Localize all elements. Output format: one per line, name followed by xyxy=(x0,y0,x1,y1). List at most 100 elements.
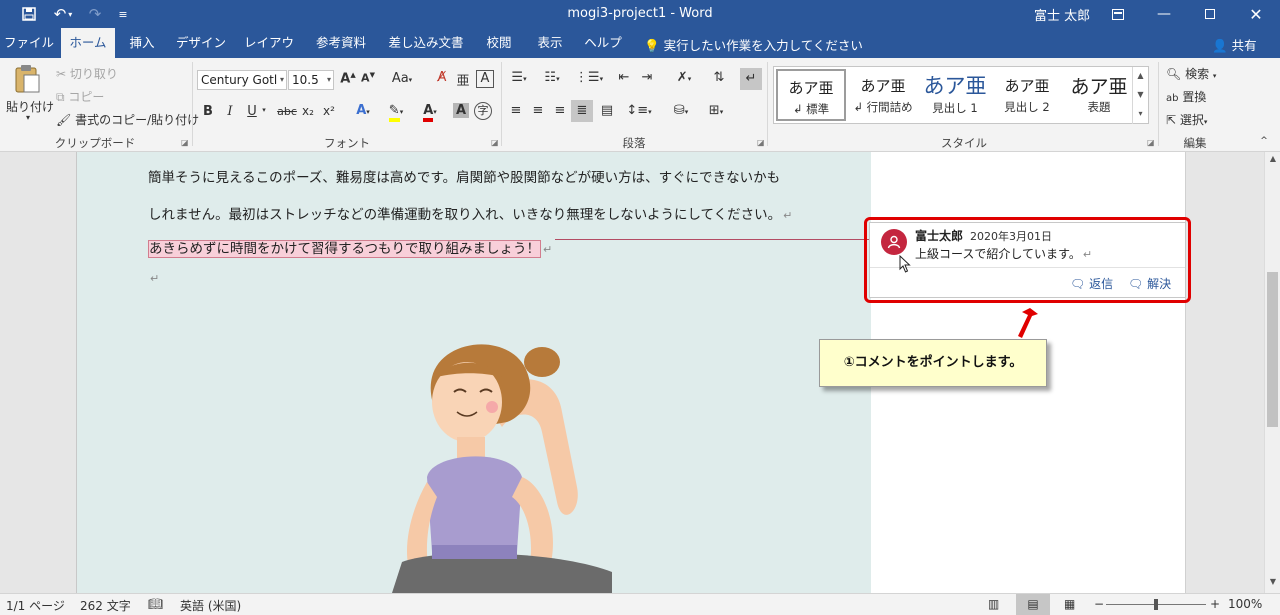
tab-design[interactable]: デザイン xyxy=(172,28,230,58)
justify-icon[interactable]: ≣ xyxy=(571,100,593,122)
doc-line-1[interactable]: 簡単そうに見えるこのポーズ、難易度は高めです。肩関節や股関節などが硬い方は、すぐ… xyxy=(148,166,780,186)
doc-line-3[interactable]: あきらめずに時間をかけて習得するつもりで取り組みましょう！ ↵ xyxy=(148,237,552,258)
font-color-icon[interactable]: A▾ xyxy=(418,103,442,122)
zoom-in-icon[interactable]: + xyxy=(1210,597,1220,611)
phonetic-guide-icon[interactable]: 亜 xyxy=(455,70,471,89)
shading-icon[interactable]: ⛁▾ xyxy=(668,103,694,118)
change-case-icon[interactable]: Aa▾ xyxy=(389,71,415,86)
tab-layout[interactable]: レイアウト xyxy=(238,28,300,80)
bold-icon[interactable]: B xyxy=(201,104,215,119)
ribbon-display-options-icon[interactable] xyxy=(1095,0,1141,28)
vertical-scrollbar[interactable]: ▲ ▼ xyxy=(1264,152,1280,593)
select-button[interactable]: ⇱ 選択▾ xyxy=(1166,111,1207,128)
zoom-level[interactable]: 100% xyxy=(1228,597,1262,611)
scroll-down-icon[interactable]: ▼ xyxy=(1265,577,1280,591)
format-painter-button[interactable]: 🖌 書式のコピー/貼り付け xyxy=(56,111,199,128)
enclose-characters-icon[interactable]: 字 xyxy=(474,102,492,120)
clear-formatting-icon[interactable]: A̸ xyxy=(433,70,451,85)
empty-paragraph[interactable]: ↵ xyxy=(148,270,159,286)
collapse-ribbon-icon[interactable]: ^ xyxy=(1256,136,1272,146)
sort-icon[interactable]: ⇅ xyxy=(710,70,728,85)
tab-home[interactable]: ホーム xyxy=(61,28,115,58)
tab-help[interactable]: ヘルプ xyxy=(580,28,626,58)
text-effects-icon[interactable]: A▾ xyxy=(352,103,374,118)
share-button[interactable]: 👤 共有 xyxy=(1212,35,1257,54)
text-direction-icon[interactable]: ✗▾ xyxy=(670,70,698,85)
minimize-icon[interactable]: — xyxy=(1141,0,1187,28)
comment-text[interactable]: 上級コースで紹介しています。 ↵ xyxy=(915,245,1092,262)
multilevel-list-icon[interactable]: ⋮☰▾ xyxy=(574,70,604,85)
grow-font-icon[interactable]: A▲ xyxy=(340,71,356,86)
paste-icon[interactable] xyxy=(12,64,42,98)
styles-launcher-icon[interactable]: ◪ xyxy=(1147,138,1155,147)
underline-icon[interactable]: U xyxy=(245,104,259,119)
proofing-icon[interactable]: 📖︎ xyxy=(148,597,163,611)
gallery-more-icon[interactable]: ▾ xyxy=(1132,105,1148,124)
numbering-icon[interactable]: ☷▾ xyxy=(540,70,564,85)
print-layout-icon[interactable]: ▤ xyxy=(1016,594,1050,615)
gallery-up-icon[interactable]: ▲ xyxy=(1132,67,1148,86)
increase-indent-icon[interactable]: ⇥ xyxy=(638,70,656,85)
page-count[interactable]: 1/1 ページ xyxy=(6,597,65,614)
replace-button[interactable]: ab 置換 xyxy=(1166,88,1206,105)
style-heading-1[interactable]: あア亜 見出し 1 xyxy=(920,69,990,121)
language-indicator[interactable]: 英語 (米国) xyxy=(180,597,241,614)
scroll-thumb[interactable] xyxy=(1267,272,1278,427)
tab-file[interactable]: ファイル xyxy=(0,28,58,58)
doc-line-2[interactable]: しれません。最初はストレッチなどの準備運動を取り入れ、いきなり無理をしないように… xyxy=(148,203,792,223)
italic-icon[interactable]: I xyxy=(223,104,237,119)
paste-dropdown-icon[interactable]: ▾ xyxy=(26,113,30,122)
read-mode-icon[interactable]: ▥ xyxy=(988,597,999,611)
clipboard-launcher-icon[interactable]: ◪ xyxy=(181,138,189,147)
bullets-icon[interactable]: ☰▾ xyxy=(507,70,531,85)
font-size-select[interactable]: 10.5 ▾ xyxy=(288,70,334,90)
character-shading-icon[interactable]: A xyxy=(453,103,469,118)
tab-view[interactable]: 表示 xyxy=(529,28,571,58)
cut-button[interactable]: ✂ 切り取り xyxy=(56,65,118,82)
style-normal[interactable]: あア亜 ↲ 標準 xyxy=(776,69,846,121)
resolve-button[interactable]: 🗨︎ 解決 xyxy=(1128,275,1171,292)
style-title[interactable]: あア亜 表題 xyxy=(1064,69,1134,121)
align-left-icon[interactable]: ≡ xyxy=(507,103,525,118)
gallery-down-icon[interactable]: ▼ xyxy=(1132,86,1148,105)
close-icon[interactable]: ✕ xyxy=(1233,0,1279,28)
comment-balloon[interactable]: 富士太郎 2020年3月01日 上級コースで紹介しています。 ↵ 🗨︎ 返信 🗨︎… xyxy=(869,222,1186,298)
copy-button[interactable]: ⧉ コピー xyxy=(56,88,104,105)
style-heading-2[interactable]: あア亜 見出し 2 xyxy=(992,69,1062,121)
tab-insert[interactable]: 挿入 xyxy=(121,28,163,58)
status-bar: 1/1 ページ 262 文字 📖︎ 英語 (米国) ▥ ▤ ▦ − + 100% xyxy=(0,593,1280,615)
line-spacing-icon[interactable]: ↕≡▾ xyxy=(625,103,653,118)
tab-review[interactable]: 校閲 xyxy=(478,28,520,58)
highlight-color-icon[interactable]: ✎▾ xyxy=(382,103,410,122)
style-no-spacing[interactable]: あア亜 ↲ 行間詰め xyxy=(848,69,918,121)
web-layout-icon[interactable]: ▦ xyxy=(1064,597,1075,611)
zoom-out-icon[interactable]: − xyxy=(1094,597,1104,611)
align-right-icon[interactable]: ≡ xyxy=(551,103,569,118)
zoom-slider-knob[interactable] xyxy=(1154,599,1158,610)
word-count[interactable]: 262 文字 xyxy=(80,597,131,614)
scroll-up-icon[interactable]: ▲ xyxy=(1265,154,1280,168)
character-border-icon[interactable]: A xyxy=(476,70,494,88)
font-name-select[interactable]: Century Gotl ▾ xyxy=(197,70,287,90)
tab-mailings[interactable]: 差し込み文書 xyxy=(383,28,469,58)
ribbon: 貼り付け ▾ ✂ 切り取り ⧉ コピー 🖌 書式のコピー/貼り付け クリップボー… xyxy=(0,58,1280,152)
underline-dropdown-icon[interactable]: ▾ xyxy=(260,106,268,114)
maximize-icon[interactable] xyxy=(1187,0,1233,28)
superscript-icon[interactable]: x² xyxy=(322,104,336,118)
paragraph-launcher-icon[interactable]: ◪ xyxy=(757,138,765,147)
tab-references[interactable]: 参考資料 xyxy=(308,28,374,58)
shrink-font-icon[interactable]: A▼ xyxy=(360,71,376,85)
subscript-icon[interactable]: x₂ xyxy=(301,104,315,118)
decrease-indent-icon[interactable]: ⇤ xyxy=(615,70,633,85)
commented-text[interactable]: あきらめずに時間をかけて習得するつもりで取り組みましょう！ xyxy=(148,240,541,258)
font-launcher-icon[interactable]: ◪ xyxy=(491,138,499,147)
find-button[interactable]: 🔍︎ 検索 ▾ xyxy=(1166,65,1216,82)
borders-icon[interactable]: ⊞▾ xyxy=(703,103,729,118)
strikethrough-icon[interactable]: abc xyxy=(276,105,298,118)
reply-button[interactable]: 🗨︎ 返信 xyxy=(1070,275,1113,292)
user-name[interactable]: 富士 太郎 xyxy=(1034,5,1090,24)
show-formatting-icon[interactable]: ↵ xyxy=(740,68,762,90)
align-center-icon[interactable]: ≡ xyxy=(529,103,547,118)
distributed-icon[interactable]: ▤ xyxy=(598,103,616,118)
tell-me-box[interactable]: 💡 実行したい作業を入力してください xyxy=(644,35,863,54)
